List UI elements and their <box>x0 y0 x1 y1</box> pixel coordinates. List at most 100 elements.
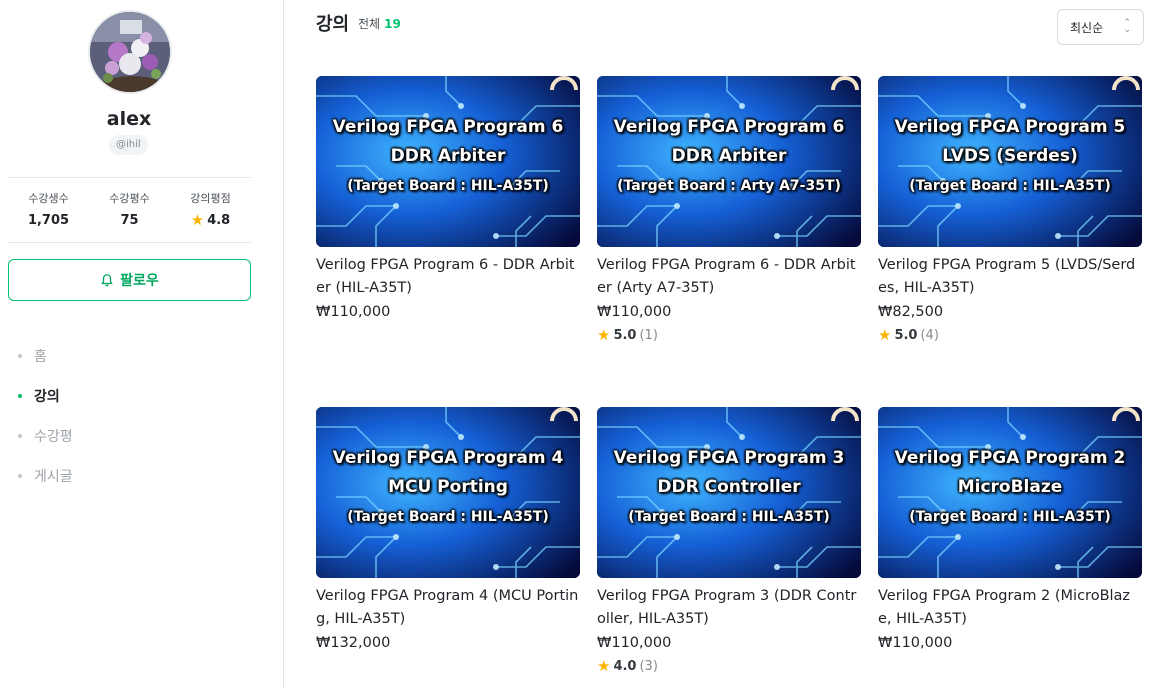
course-thumbnail[interactable]: Verilog FPGA Program 6 DDR Arbiter (Targ… <box>597 76 861 247</box>
thumb-line-2: MCU Porting <box>388 476 508 497</box>
star-icon: ★ <box>597 326 611 344</box>
course-price: ₩110,000 <box>597 635 672 651</box>
nav-item-home[interactable]: 홈 <box>18 336 73 376</box>
stat-value-text: 1,705 <box>27 213 70 228</box>
profile-sidebar: alex @ihil 수강생수 1,705 수강평수 75 강의평점 ★ 4.8 … <box>0 0 284 689</box>
chevron-updown-icon: ⌃ ⌄ <box>1123 18 1131 35</box>
thumb-line-1: Verilog FPGA Program 5 <box>894 116 1126 137</box>
star-icon: ★ <box>878 326 892 344</box>
rating-count: (4) <box>920 328 939 343</box>
rating-value: 4.0 <box>613 659 637 674</box>
course-price: ₩110,000 <box>597 304 672 320</box>
stat-reviews: 수강평수 75 <box>89 190 170 228</box>
stat-value: 1,705 <box>8 213 89 228</box>
nav-item-posts[interactable]: 게시글 <box>18 456 73 496</box>
nav-item-reviews[interactable]: 수강평 <box>18 416 73 456</box>
nav-label: 게시글 <box>34 469 73 485</box>
course-thumbnail[interactable]: Verilog FPGA Program 5 LVDS (Serdes) (Ta… <box>878 76 1142 247</box>
profile-stats: 수강생수 1,705 수강평수 75 강의평점 ★ 4.8 <box>8 190 251 228</box>
avatar[interactable] <box>88 10 172 94</box>
thumb-line-1: Verilog FPGA Program 6 <box>332 116 564 137</box>
course-card[interactable]: Verilog FPGA Program 3 DDR Controller (T… <box>597 407 861 674</box>
thumb-line-2: LVDS (Serdes) <box>942 145 1078 166</box>
divider <box>8 242 251 243</box>
course-rating: ★ 5.0 (1) <box>597 326 861 344</box>
thumbnail-text: Verilog FPGA Program 2 MicroBlaze (Targe… <box>878 407 1142 578</box>
stat-value: 75 <box>89 213 170 228</box>
thumb-line-3: (Target Board : HIL-A35T) <box>909 508 1111 525</box>
bullet-icon <box>18 394 22 398</box>
stat-label: 강의평점 <box>190 192 231 205</box>
total-count: 전체 19 <box>358 15 401 32</box>
stat-value-text: 4.8 <box>207 213 231 228</box>
thumb-line-2: DDR Arbiter <box>671 145 787 166</box>
nav-item-courses[interactable]: 강의 <box>18 376 73 416</box>
course-card[interactable]: Verilog FPGA Program 6 DDR Arbiter (Targ… <box>597 76 861 343</box>
bullet-icon <box>18 434 22 438</box>
bullet-icon <box>18 354 22 358</box>
star-icon: ★ <box>190 211 205 229</box>
thumbnail-text: Verilog FPGA Program 4 MCU Porting (Targ… <box>316 407 580 578</box>
thumbnail-text: Verilog FPGA Program 3 DDR Controller (T… <box>597 407 861 578</box>
stat-rating: 강의평점 ★ 4.8 <box>170 190 251 228</box>
bell-icon <box>101 274 113 287</box>
course-thumbnail[interactable]: Verilog FPGA Program 6 DDR Arbiter (Targ… <box>316 76 580 247</box>
sort-select[interactable]: 최신순 ⌃ ⌄ <box>1057 9 1144 45</box>
star-icon: ★ <box>597 657 611 675</box>
rating-value: 5.0 <box>613 328 637 343</box>
course-thumbnail[interactable]: Verilog FPGA Program 3 DDR Controller (T… <box>597 407 861 578</box>
total-label: 전체 <box>358 17 381 31</box>
total-number: 19 <box>384 17 401 31</box>
course-price: ₩132,000 <box>316 635 391 651</box>
course-rating: ★ 5.0 (4) <box>878 326 1142 344</box>
thumbnail-text: Verilog FPGA Program 5 LVDS (Serdes) (Ta… <box>878 76 1142 247</box>
rating-count: (1) <box>639 328 658 343</box>
course-card[interactable]: Verilog FPGA Program 5 LVDS (Serdes) (Ta… <box>878 76 1142 343</box>
username: alex <box>106 108 152 130</box>
sort-label: 최신순 <box>1070 20 1104 35</box>
thumb-line-3: (Target Board : HIL-A35T) <box>347 508 549 525</box>
thumb-line-1: Verilog FPGA Program 6 <box>613 116 845 137</box>
thumb-line-2: DDR Arbiter <box>390 145 506 166</box>
thumb-line-3: (Target Board : HIL-A35T) <box>628 508 830 525</box>
thumb-line-1: Verilog FPGA Program 4 <box>332 447 564 468</box>
course-price: ₩110,000 <box>878 635 953 651</box>
thumb-line-1: Verilog FPGA Program 3 <box>613 447 845 468</box>
course-title[interactable]: Verilog FPGA Program 5 (LVDS/Serdes, HIL… <box>878 254 1142 300</box>
stat-value: ★ 4.8 <box>170 211 251 229</box>
course-title[interactable]: Verilog FPGA Program 6 - DDR Arbiter (Ar… <box>597 254 861 300</box>
stat-label: 수강평수 <box>109 192 150 205</box>
course-thumbnail[interactable]: Verilog FPGA Program 4 MCU Porting (Targ… <box>316 407 580 578</box>
bullet-icon <box>18 474 22 478</box>
nav-label: 강의 <box>34 389 60 405</box>
course-title[interactable]: Verilog FPGA Program 6 - DDR Arbiter (HI… <box>316 254 580 300</box>
course-thumbnail[interactable]: Verilog FPGA Program 2 MicroBlaze (Targe… <box>878 407 1142 578</box>
divider <box>8 177 251 178</box>
course-title[interactable]: Verilog FPGA Program 2 (MicroBlaze, HIL-… <box>878 585 1142 631</box>
follow-button[interactable]: 팔로우 <box>8 259 251 301</box>
nav-label: 수강평 <box>34 429 73 445</box>
nav-label: 홈 <box>34 349 47 365</box>
course-card[interactable]: Verilog FPGA Program 2 MicroBlaze (Targe… <box>878 407 1142 651</box>
course-rating: ★ 4.0 (3) <box>597 657 861 675</box>
stat-value-text: 75 <box>120 213 139 228</box>
course-card[interactable]: Verilog FPGA Program 6 DDR Arbiter (Targ… <box>316 76 580 320</box>
profile-nav: 홈 강의 수강평 게시글 <box>18 336 73 496</box>
thumbnail-text: Verilog FPGA Program 6 DDR Arbiter (Targ… <box>597 76 861 247</box>
course-price: ₩82,500 <box>878 304 944 320</box>
thumbnail-text: Verilog FPGA Program 6 DDR Arbiter (Targ… <box>316 76 580 247</box>
course-title[interactable]: Verilog FPGA Program 3 (DDR Controller, … <box>597 585 861 631</box>
rating-count: (3) <box>639 659 658 674</box>
stat-students: 수강생수 1,705 <box>8 190 89 228</box>
section-title: 강의 <box>316 14 350 35</box>
thumb-line-3: (Target Board : Arty A7-35T) <box>617 177 841 194</box>
stat-label: 수강생수 <box>28 192 69 205</box>
course-title[interactable]: Verilog FPGA Program 4 (MCU Porting, HIL… <box>316 585 580 631</box>
rating-value: 5.0 <box>894 328 918 343</box>
thumb-line-3: (Target Board : HIL-A35T) <box>347 177 549 194</box>
course-card[interactable]: Verilog FPGA Program 4 MCU Porting (Targ… <box>316 407 580 651</box>
user-handle: @ihil <box>109 135 148 155</box>
follow-label: 팔로우 <box>120 272 159 288</box>
thumb-line-3: (Target Board : HIL-A35T) <box>909 177 1111 194</box>
thumb-line-1: Verilog FPGA Program 2 <box>894 447 1126 468</box>
